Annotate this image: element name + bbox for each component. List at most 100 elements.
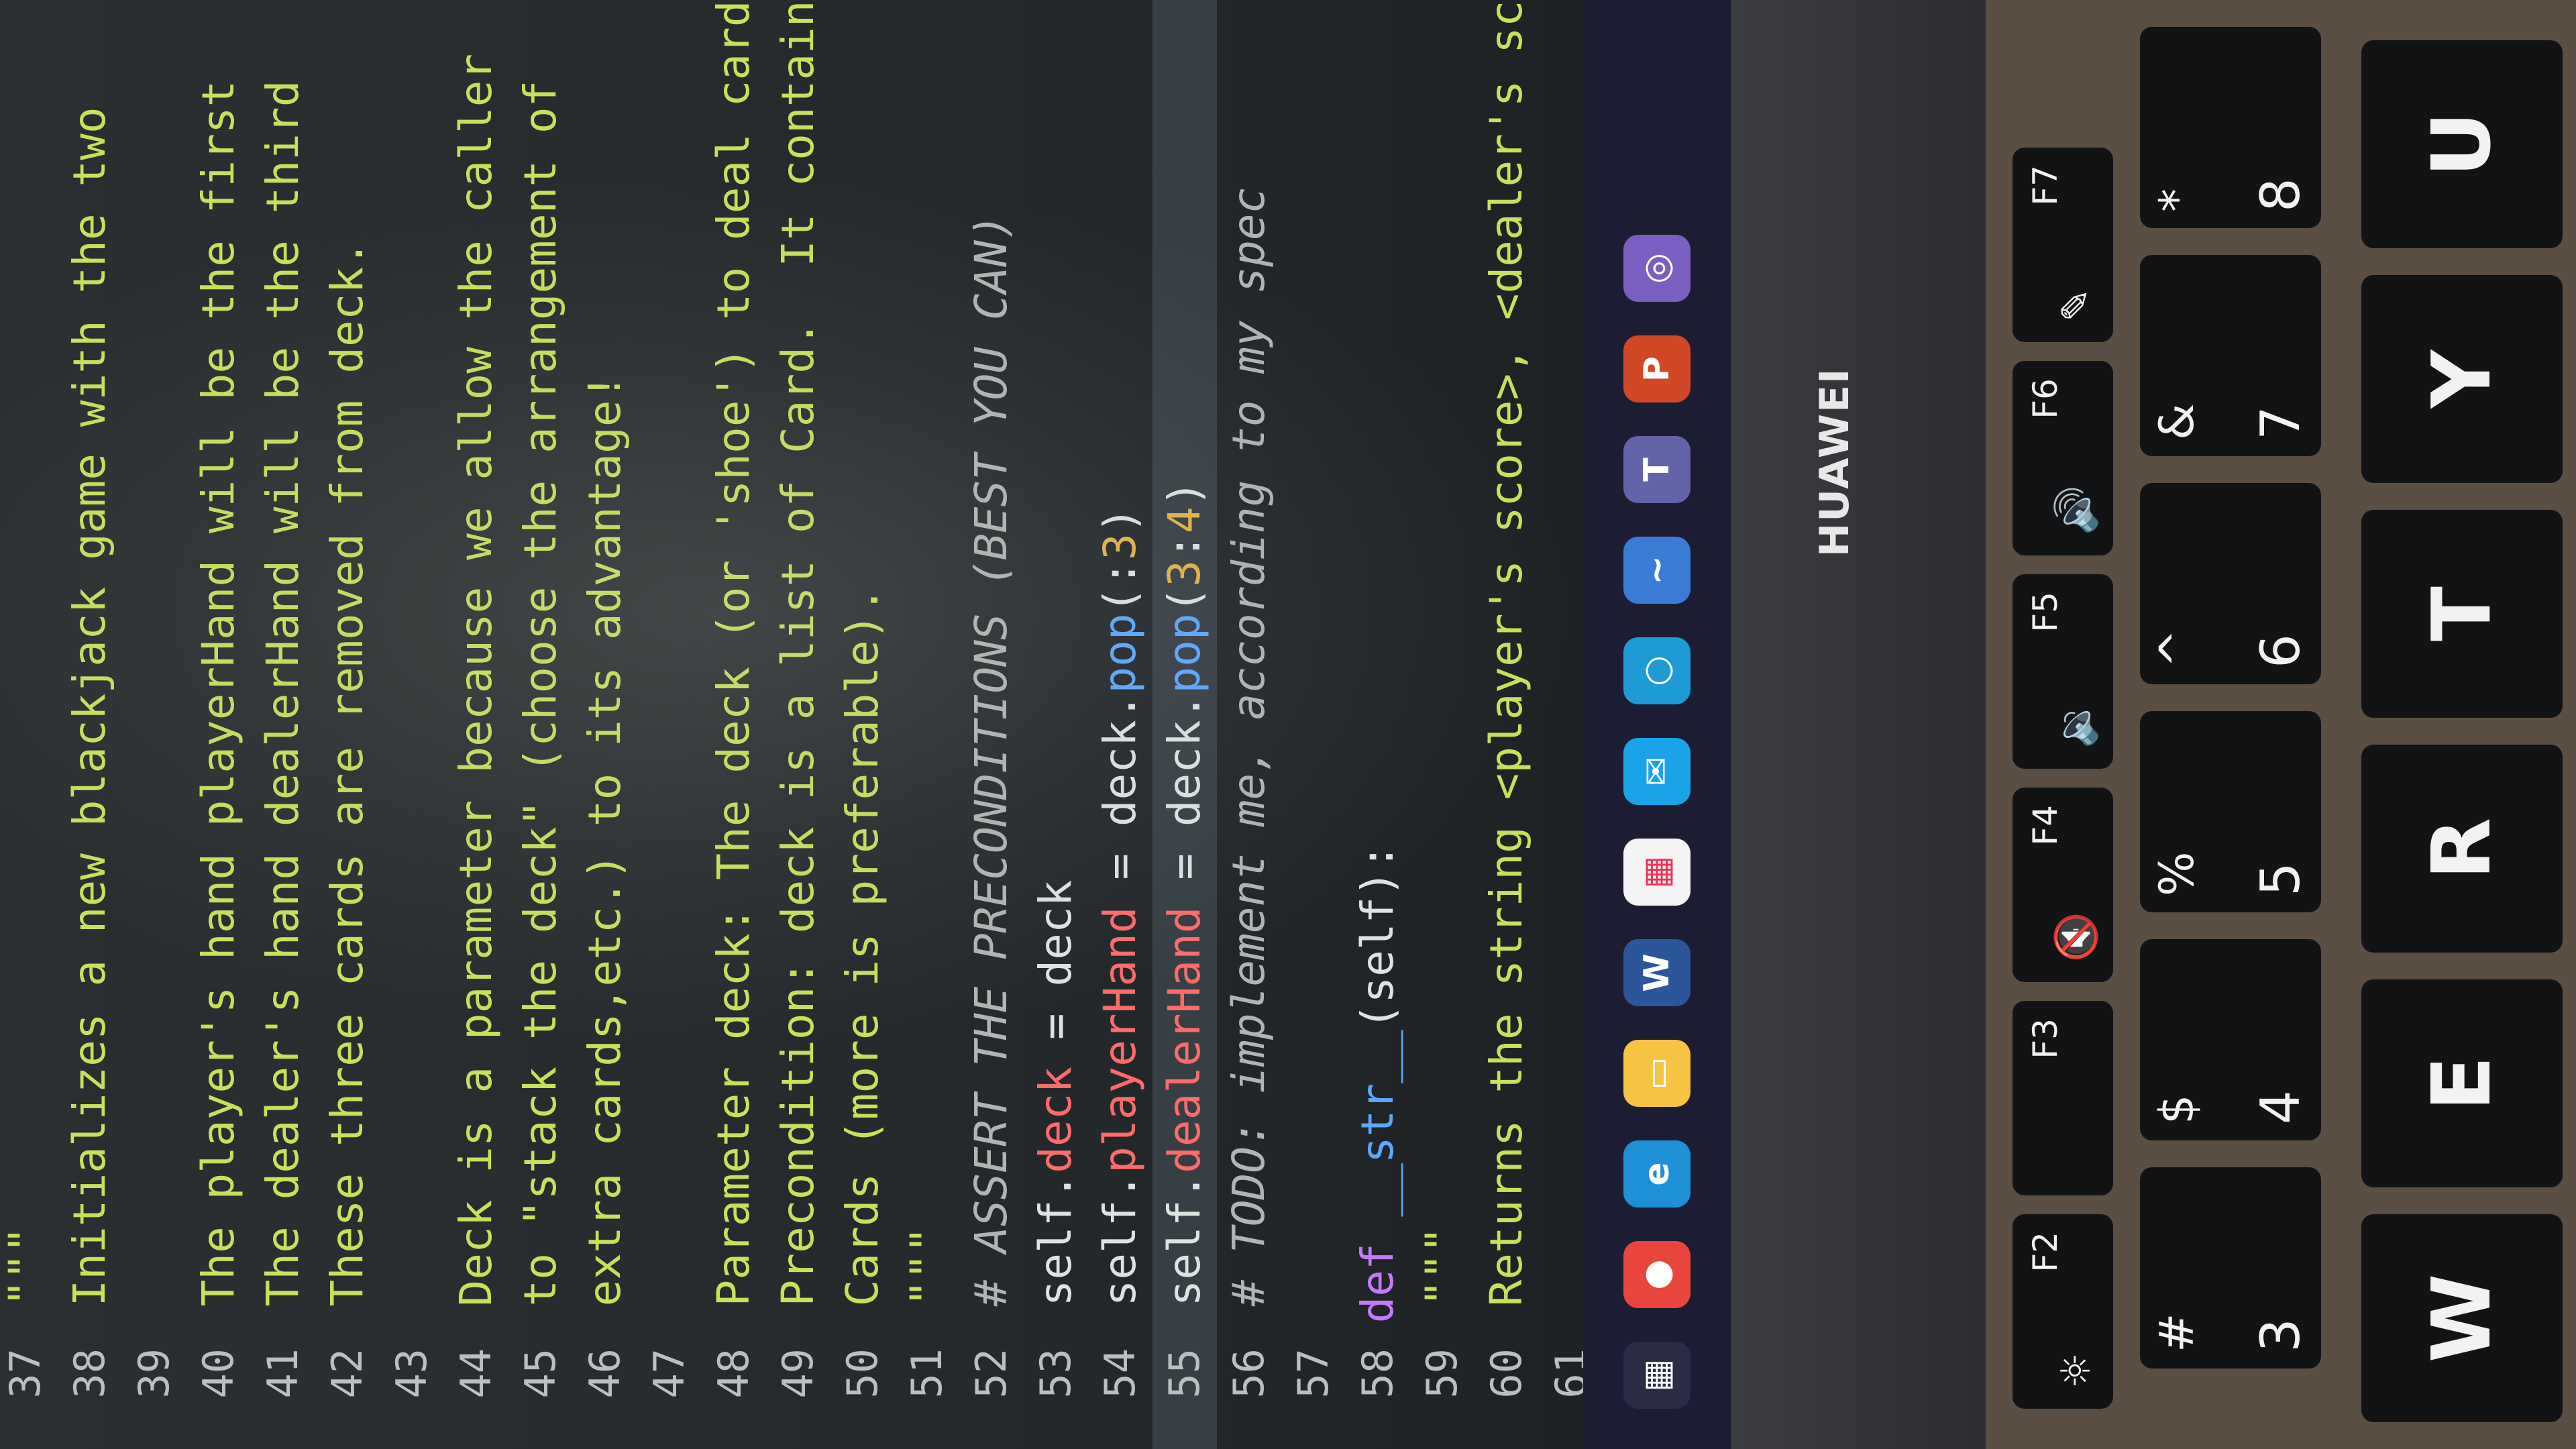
line-number: 44 [451, 1348, 500, 1399]
key-icon: 🔊 [2053, 485, 2100, 535]
code-line-51[interactable]: 51 """ [895, 0, 959, 1449]
line-number: 37 [1, 1348, 50, 1399]
app-icon[interactable]: ◎ [1623, 235, 1690, 302]
code-line-56[interactable]: 56 # TODO: implement me, according to my … [1217, 0, 1281, 1449]
code-text: self.deck = deck [1024, 880, 1088, 1307]
store-icon[interactable]: ▦ [1623, 839, 1690, 906]
key-digit: 5 [2249, 862, 2312, 896]
chrome-icon[interactable]: ● [1623, 1241, 1690, 1308]
code-text: self.playerHand = deck.pop(:3) [1088, 506, 1152, 1306]
code-line-57[interactable]: 57 [1281, 0, 1346, 1449]
key-shift-symbol: $ [2149, 1094, 2204, 1124]
code-line-52[interactable]: 52 # ASSERT THE PRECONDITIONS (BEST YOU C… [959, 0, 1024, 1449]
key-shift-symbol: & [2149, 403, 2204, 440]
key-f4[interactable]: F4 🔇 [2012, 788, 2113, 982]
code-line-44[interactable]: 44 Deck is a parameter because we allow t… [444, 0, 508, 1449]
line-number: 45 [516, 1348, 565, 1399]
windows-taskbar: ▦ ● e ▭ W ▦ ✉ ○ ~ T P ◎ [1583, 0, 1731, 1449]
key-digit: 7 [2249, 406, 2312, 440]
laptop-keyboard: F2 ☼ F3 F4 🔇 F5 🔉 F6 🔊 F7 ✎ #3 $4% 5 ^ 6 & 7 * 8 W E R T Y U [1986, 0, 2576, 1449]
code-line-48[interactable]: 48 Parameter deck: The deck (or 'shoe') t… [702, 0, 766, 1449]
python-icon[interactable]: ~ [1623, 537, 1690, 604]
laptop-bezel: HUAWEI [1731, 0, 1986, 1449]
code-line-43[interactable]: 43 [380, 0, 444, 1449]
code-line-41[interactable]: 41 The dealer's hand dealerHand will be t… [251, 0, 315, 1449]
key-e[interactable]: E [2361, 979, 2563, 1187]
key-f7[interactable]: F7 ✎ [2012, 148, 2113, 342]
word-icon[interactable]: W [1623, 939, 1690, 1006]
key-4[interactable]: $4 [2140, 939, 2321, 1140]
key-f2[interactable]: F2 ☼ [2012, 1214, 2113, 1409]
key-digit: 8 [2249, 178, 2312, 212]
edge-icon[interactable]: e [1623, 1140, 1690, 1208]
key-digit: 4 [2249, 1090, 2312, 1124]
key-y[interactable]: Y [2361, 275, 2563, 483]
key-r[interactable]: R [2361, 745, 2563, 953]
key-label: F2 [2026, 1232, 2065, 1273]
code-line-50[interactable]: 50 Cards (more is preferable). [830, 0, 895, 1449]
code-token: 3 [1159, 559, 1210, 587]
code-token: self. [1094, 1173, 1146, 1307]
code-line-53[interactable]: 53 self.deck = deck [1024, 0, 1088, 1449]
code-token: pop [1159, 613, 1210, 694]
line-number: 60 [1482, 1348, 1531, 1399]
code-line-38[interactable]: 38 Initializes a new blackjack game with … [58, 0, 122, 1449]
code-line-54[interactable]: 54 self.playerHand = deck.pop(:3) [1088, 0, 1152, 1449]
code-line-45[interactable]: 45 to "stack the deck" (choose the arrang… [508, 0, 573, 1449]
code-token: 4 [1159, 506, 1210, 534]
code-token: The player's hand playerHand will be the… [193, 80, 244, 1307]
key-f3[interactable]: F3 [2012, 1001, 2113, 1195]
key-w[interactable]: W [2361, 1214, 2563, 1422]
key-letter: W [2415, 1273, 2509, 1363]
key-letter: R [2415, 817, 2509, 880]
code-token: """ [1416, 1226, 1468, 1307]
code-line-39[interactable]: 39 [122, 0, 186, 1449]
brand-logo: HUAWEI [1811, 367, 1858, 557]
code-token: Parameter deck: The deck (or 'shoe') to … [708, 0, 759, 1307]
key-8[interactable]: * 8 [2140, 27, 2321, 228]
grid-icon[interactable]: ▦ [1623, 1342, 1690, 1409]
code-token: ( [1159, 586, 1210, 614]
code-line-59[interactable]: 59 """ [1410, 0, 1474, 1449]
code-token: = deck [1030, 879, 1081, 1067]
code-line-37[interactable]: 37 """ [0, 0, 58, 1449]
code-token: The dealer's hand dealerHand will be the… [257, 80, 309, 1307]
code-line-47[interactable]: 47 [637, 0, 702, 1449]
code-token: These three cards are removed from deck. [321, 240, 373, 1307]
code-token: Initializes a new blackjack game with th… [64, 107, 115, 1307]
line-number: 42 [323, 1348, 372, 1399]
code-text: """ [0, 1226, 58, 1306]
code-line-42[interactable]: 42 These three cards are removed from dec… [315, 0, 380, 1449]
code-line-60[interactable]: 60 Returns the string <player's score>, <… [1474, 0, 1539, 1449]
code-token: Returns the string <player's score>, <de… [1481, 0, 1532, 1307]
key-5[interactable]: % 5 [2140, 711, 2321, 912]
code-token: = deck. [1159, 693, 1210, 907]
code-text: The dealer's hand dealerHand will be the… [251, 80, 315, 1307]
code-token: : [1159, 533, 1210, 560]
cortana-icon[interactable]: ○ [1623, 637, 1690, 704]
key-u[interactable]: U [2361, 40, 2563, 248]
key-letter: Y [2415, 350, 2509, 409]
mail-icon[interactable]: ✉ [1623, 738, 1690, 805]
code-line-46[interactable]: 46 extra cards,etc.) to its advantage! [573, 0, 637, 1449]
code-line-49[interactable]: 49 Precondition: deck is a list of Card. … [766, 0, 830, 1449]
code-token: Precondition: deck is a list of Card. It… [772, 0, 824, 1307]
line-number: 53 [1031, 1348, 1080, 1399]
code-line-58[interactable]: 58 def __str__(self): [1346, 0, 1410, 1449]
key-7[interactable]: & 7 [2140, 255, 2321, 456]
code-editor[interactable]: 37 """ 38 Initializes a new blackjack game … [0, 0, 1583, 1449]
key-shift-symbol: ^ [2149, 629, 2204, 668]
key-6[interactable]: ^ 6 [2140, 483, 2321, 684]
teams-icon[interactable]: T [1623, 436, 1690, 503]
code-token: 3 [1094, 533, 1146, 560]
key-label: F6 [2026, 378, 2065, 419]
key-3[interactable]: #3 [2140, 1167, 2321, 1368]
code-line-55[interactable]: 55 self.dealerHand = deck.pop(3:4) [1152, 0, 1217, 1449]
code-line-61[interactable]: 61 [1539, 0, 1583, 1449]
file-explorer-icon[interactable]: ▭ [1623, 1040, 1690, 1107]
code-line-40[interactable]: 40 The player's hand playerHand will be t… [186, 0, 251, 1449]
key-f5[interactable]: F5 🔉 [2012, 574, 2113, 769]
powerpoint-icon[interactable]: P [1623, 335, 1690, 402]
key-f6[interactable]: F6 🔊 [2012, 361, 2113, 555]
key-t[interactable]: T [2361, 510, 2563, 718]
